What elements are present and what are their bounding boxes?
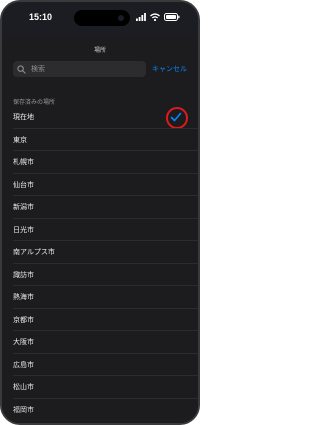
location-picker-sheet: 場所 キャンセル 保存済みの場所 現在地 東京 (2, 36, 198, 423)
camera-icon (118, 15, 124, 21)
location-item[interactable]: 広島市 (2, 354, 198, 376)
location-item[interactable]: 南アルプス市 (2, 241, 198, 264)
status-icons (136, 12, 180, 22)
signal-icon (136, 13, 146, 21)
section-header-saved-locations: 保存済みの場所 (13, 99, 56, 106)
location-label: 新潟市 (13, 203, 34, 211)
battery-icon (164, 13, 180, 21)
location-item[interactable]: 新潟市 (2, 196, 198, 219)
location-item[interactable]: 大阪市 (2, 331, 198, 354)
status-time: 15:10 (29, 12, 53, 22)
location-label: 札幌市 (13, 158, 34, 166)
location-item[interactable]: 日光市 (2, 219, 198, 241)
location-label: 大阪市 (13, 338, 34, 346)
sheet-title: 場所 (93, 47, 106, 54)
search-field[interactable] (13, 61, 146, 77)
location-item[interactable]: 札幌市 (2, 151, 198, 174)
location-item[interactable]: 熱海市 (2, 286, 198, 309)
location-label: 熱海市 (13, 293, 34, 301)
location-label: 京都市 (13, 315, 34, 324)
location-label: 現在地 (13, 113, 34, 121)
location-label: 南アルプス市 (13, 248, 55, 256)
wifi-icon (150, 13, 160, 21)
location-label: 東京 (13, 135, 27, 144)
location-label: 仙台市 (13, 180, 34, 189)
location-item-current[interactable]: 現在地 (2, 106, 198, 129)
phone-frame: 15:10 場所 検索 キャンセル 保存済みの場所 現在地 東京 札幌市 仙台市… (0, 0, 200, 425)
location-item[interactable]: 仙台市 (2, 174, 198, 196)
selected-indicator (165, 106, 189, 129)
status-bar: 15:10 (2, 2, 198, 36)
location-label: 広島市 (13, 360, 34, 369)
scroll-fade (2, 409, 198, 423)
location-label: 松山市 (13, 383, 34, 391)
location-item[interactable]: 東京 (2, 129, 198, 151)
cancel-button[interactable]: キャンセル (152, 64, 187, 74)
location-label: 諏訪市 (13, 270, 34, 279)
location-item[interactable]: 諏訪市 (2, 264, 198, 286)
checkmark-icon (170, 112, 182, 122)
location-item[interactable]: 松山市 (2, 376, 198, 399)
location-list: 現在地 東京 札幌市 仙台市 新潟市 日光市 南アルプス市 諏訪市 熱海市 京都… (2, 106, 198, 421)
location-label: 日光市 (13, 225, 34, 234)
search-input[interactable] (31, 65, 131, 73)
dynamic-island (74, 10, 130, 26)
search-icon (17, 64, 26, 74)
location-item[interactable]: 京都市 (2, 309, 198, 331)
